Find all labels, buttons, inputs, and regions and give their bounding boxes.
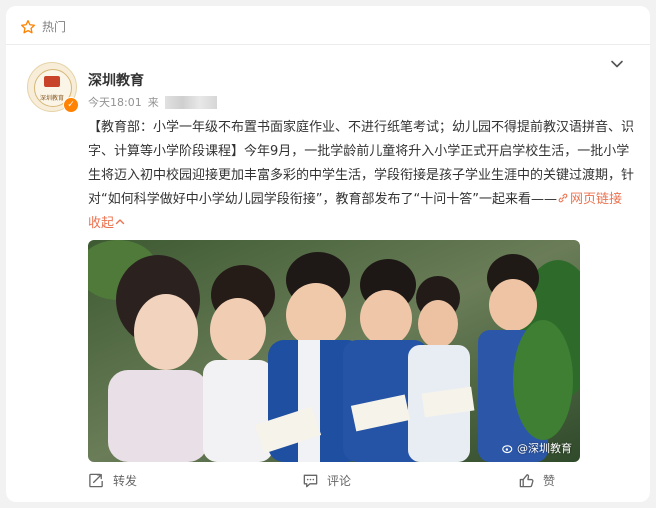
hot-label: 热门 xyxy=(42,20,67,34)
post-body: 【教育部：小学一年级不布置书面家庭作业、不进行纸笔考试；幼儿园不得提前教汉语拼音… xyxy=(88,120,635,207)
like-label: 赞 xyxy=(543,474,556,488)
collapse-label: 收起 xyxy=(88,216,115,231)
web-link[interactable]: 网页链接 xyxy=(557,192,622,207)
repost-label: 转发 xyxy=(113,474,138,488)
author-name[interactable]: 深圳教育 xyxy=(88,70,144,90)
weibo-logo-icon xyxy=(502,445,513,454)
verified-badge-icon: ✓ xyxy=(63,97,79,113)
web-link-label: 网页链接 xyxy=(569,192,622,207)
book-icon xyxy=(44,76,60,87)
comment-icon xyxy=(303,474,318,488)
hot-header: 热门 xyxy=(20,18,66,35)
chevron-up-icon xyxy=(115,219,125,225)
chevron-down-icon[interactable] xyxy=(609,56,625,72)
comment-label: 评论 xyxy=(327,474,352,488)
thumbs-up-icon xyxy=(519,474,534,488)
watermark-text: @深圳教育 xyxy=(517,442,572,455)
comment-button[interactable]: 评论 xyxy=(302,472,351,489)
collapse-toggle[interactable]: 收起 xyxy=(88,216,125,231)
post-text: 【教育部：小学一年级不布置书面家庭作业、不进行纸笔考试；幼儿园不得提前教汉语拼音… xyxy=(88,116,636,236)
header-divider xyxy=(6,44,650,45)
blurred-source xyxy=(164,95,217,109)
post-image[interactable]: @深圳教育 xyxy=(88,240,580,462)
source-prefix: 来 xyxy=(147,96,159,109)
weibo-post-card: 热门 深圳教育 ✓ 深圳教育 今天18:01 来 【教育部：小学一年级不布置书面… xyxy=(6,6,650,502)
link-icon xyxy=(558,193,568,203)
repost-button[interactable]: 转发 xyxy=(88,472,137,489)
star-icon xyxy=(21,19,35,33)
post-meta: 今天18:01 来 xyxy=(88,94,217,110)
students-reading-photo xyxy=(88,240,580,462)
image-watermark: @深圳教育 xyxy=(502,440,572,456)
repost-icon xyxy=(89,473,103,488)
post-time[interactable]: 今天18:01 xyxy=(88,94,142,110)
like-button[interactable]: 赞 xyxy=(518,472,555,489)
